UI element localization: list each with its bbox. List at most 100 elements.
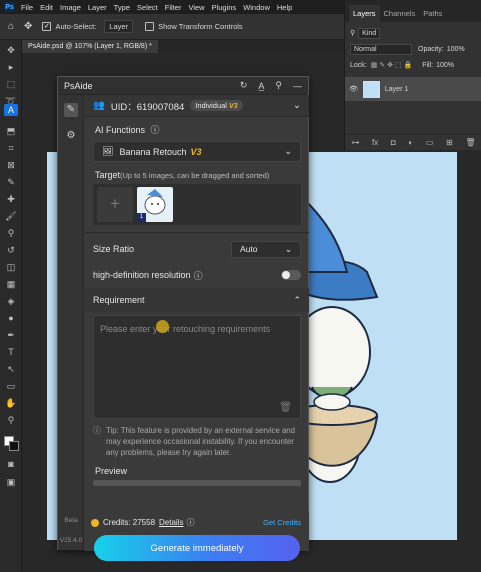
group-icon[interactable]: ▭ [426, 138, 434, 147]
blend-row: Normal Opacity: 100% [345, 41, 481, 57]
toggle-knob [282, 271, 290, 279]
tier-label: Individual [195, 101, 227, 110]
auto-select-checkbox[interactable]: ✓ [42, 22, 52, 31]
document-tab[interactable]: PsAide.psd @ 107% (Layer 1, RGB/8) * [22, 40, 158, 53]
type-tool-icon[interactable]: T [4, 346, 18, 358]
credits-row: Credits: 27558 Details ⓘ Get Credits [85, 511, 309, 528]
menu-layer[interactable]: Layer [88, 3, 107, 12]
generate-button[interactable]: Generate immediately [94, 535, 300, 561]
requirement-header[interactable]: Requirement ⌃ [85, 288, 309, 312]
blur-tool-icon[interactable]: ◈ [4, 295, 18, 307]
info-icon[interactable]: ⓘ [186, 517, 194, 528]
clear-trash-icon[interactable]: 🗑 [279, 402, 292, 413]
tab-paths[interactable]: Paths [419, 5, 446, 22]
psaide-tool-icon[interactable]: A [4, 104, 18, 116]
add-image-button[interactable]: + [97, 187, 133, 222]
blend-mode-dropdown[interactable]: Normal [350, 43, 412, 55]
tools-panel: ✥ ▸ ⬚ ➰ A ⬒ ⌗ ⊠ ✎ ✚ 🖌 ⚲ ↺ ◫ ▦ ◈ ● ✒ T ↖ … [0, 40, 22, 572]
layers-panel: Layers Channels Paths ⚲ Kind Normal Opac… [344, 0, 481, 150]
chevron-down-icon: ⌄ [284, 146, 292, 156]
fill-value[interactable]: 100% [436, 62, 454, 69]
refresh-icon[interactable]: ↻ [240, 80, 248, 91]
move-tool-icon[interactable]: ✥ [24, 21, 32, 32]
preview-area [93, 480, 301, 486]
tab-channels[interactable]: Channels [380, 5, 420, 22]
details-link[interactable]: Details [159, 518, 183, 527]
hd-toggle[interactable] [281, 270, 301, 280]
size-ratio-label: Size Ratio [93, 244, 135, 254]
menu-help[interactable]: Help [277, 3, 292, 12]
size-ratio-row: Size Ratio Auto ⌄ [85, 236, 309, 262]
stamp-tool-icon[interactable]: ⚲ [4, 227, 18, 239]
zoom-tool-icon[interactable]: ⚲ [4, 414, 18, 426]
mask-icon[interactable]: ◘ [391, 138, 396, 147]
quick-mask-icon[interactable]: ◙ [4, 458, 18, 470]
transform-controls-label: Show Transform Controls [158, 22, 243, 31]
menu-select[interactable]: Select [137, 3, 158, 12]
info-icon[interactable]: ⓘ [151, 125, 160, 135]
path-select-icon[interactable]: ↖ [4, 363, 18, 375]
minimize-icon[interactable]: — [293, 81, 302, 91]
brush-tool-icon[interactable]: 🖌 [4, 210, 18, 222]
menu-file[interactable]: File [21, 3, 33, 12]
transform-controls-checkbox[interactable] [145, 22, 155, 31]
fx-icon[interactable]: fx [372, 138, 378, 147]
move-tool-icon[interactable]: ✥ [4, 44, 18, 56]
trash-icon[interactable]: 🗑 [465, 138, 475, 147]
opacity-label: Opacity: [418, 45, 444, 53]
menu-image[interactable]: Image [60, 3, 81, 12]
tip-text: Tip: This feature is provided by an exte… [106, 426, 295, 457]
menu-plugins[interactable]: Plugins [212, 3, 237, 12]
lock-icons[interactable]: ▦ ✎ ✥ ⬚ 🔒 [371, 61, 412, 69]
history-brush-icon[interactable]: ↺ [4, 244, 18, 256]
healing-brush-icon[interactable]: ✚ [4, 193, 18, 205]
new-layer-icon[interactable]: ⊞ [446, 138, 453, 147]
get-credits-link[interactable]: Get Credits [263, 518, 301, 527]
menu-view[interactable]: View [188, 3, 204, 12]
gradient-tool-icon[interactable]: ▦ [4, 278, 18, 290]
artboard-tool-icon[interactable]: ▸ [4, 61, 18, 73]
chevron-down-icon[interactable]: ⌄ [293, 100, 301, 111]
dodge-tool-icon[interactable]: ● [4, 312, 18, 324]
ai-function-select[interactable]: 🖼 Banana Retouch V3 ⌄ [93, 141, 301, 162]
visibility-eye-icon[interactable]: 👁 [349, 85, 358, 93]
opacity-value[interactable]: 100% [447, 46, 465, 53]
user-row[interactable]: 👥 UID：619007084 Individual V3 ⌄ [85, 95, 309, 117]
target-images: + 1 [93, 184, 301, 225]
link-icon[interactable]: ⊶ [351, 138, 359, 147]
home-icon[interactable]: ⌂ [8, 21, 14, 32]
info-icon[interactable]: ⓘ [194, 269, 203, 282]
hand-tool-icon[interactable]: ✋ [4, 397, 18, 409]
auto-select-dropdown[interactable]: Layer [104, 20, 134, 33]
settings-gear-icon[interactable]: ⚙ [64, 129, 78, 143]
background-color-swatch[interactable] [9, 441, 19, 451]
tab-layers[interactable]: Layers [349, 5, 380, 22]
menu-window[interactable]: Window [243, 3, 270, 12]
crop-tool-icon[interactable]: ⌗ [4, 142, 18, 154]
size-ratio-select[interactable]: Auto ⌄ [231, 240, 301, 258]
menu-type[interactable]: Type [114, 3, 130, 12]
requirement-textarea[interactable]: Please enter your retouching requirement… [93, 315, 301, 419]
frame-tool-icon[interactable]: ⊠ [4, 159, 18, 171]
tier-version-badge: V3 [229, 103, 238, 110]
screen-mode-icon[interactable]: ▣ [4, 476, 18, 488]
menu-edit[interactable]: Edit [40, 3, 53, 12]
layer-name[interactable]: Layer 1 [385, 86, 408, 93]
pin-icon[interactable]: ⚲ [275, 80, 282, 91]
kind-filter-dropdown[interactable]: Kind [358, 27, 381, 39]
pen-tool-icon[interactable]: ✒ [4, 329, 18, 341]
translate-icon[interactable]: A̲ [258, 81, 264, 91]
chevron-up-icon[interactable]: ⌃ [293, 295, 301, 306]
menu-filter[interactable]: Filter [165, 3, 182, 12]
rectangle-tool-icon[interactable]: ▭ [4, 380, 18, 392]
edit-brush-icon[interactable]: ✎ [64, 103, 78, 117]
layer-row[interactable]: 👁 Layer 1 [345, 77, 481, 101]
eraser-tool-icon[interactable]: ◫ [4, 261, 18, 273]
adjustment-icon[interactable]: ◐ [408, 138, 413, 147]
psaide-sidebar: ✎ ⚙ Beta V25.4.0 [58, 95, 84, 550]
photoshop-logo[interactable]: Ps [4, 2, 15, 12]
target-hint: (Up to 5 images, can be dragged and sort… [120, 171, 270, 180]
object-select-icon[interactable]: ⬒ [4, 125, 18, 137]
eyedropper-icon[interactable]: ✎ [4, 176, 18, 188]
marquee-tool-icon[interactable]: ⬚ [4, 78, 18, 90]
